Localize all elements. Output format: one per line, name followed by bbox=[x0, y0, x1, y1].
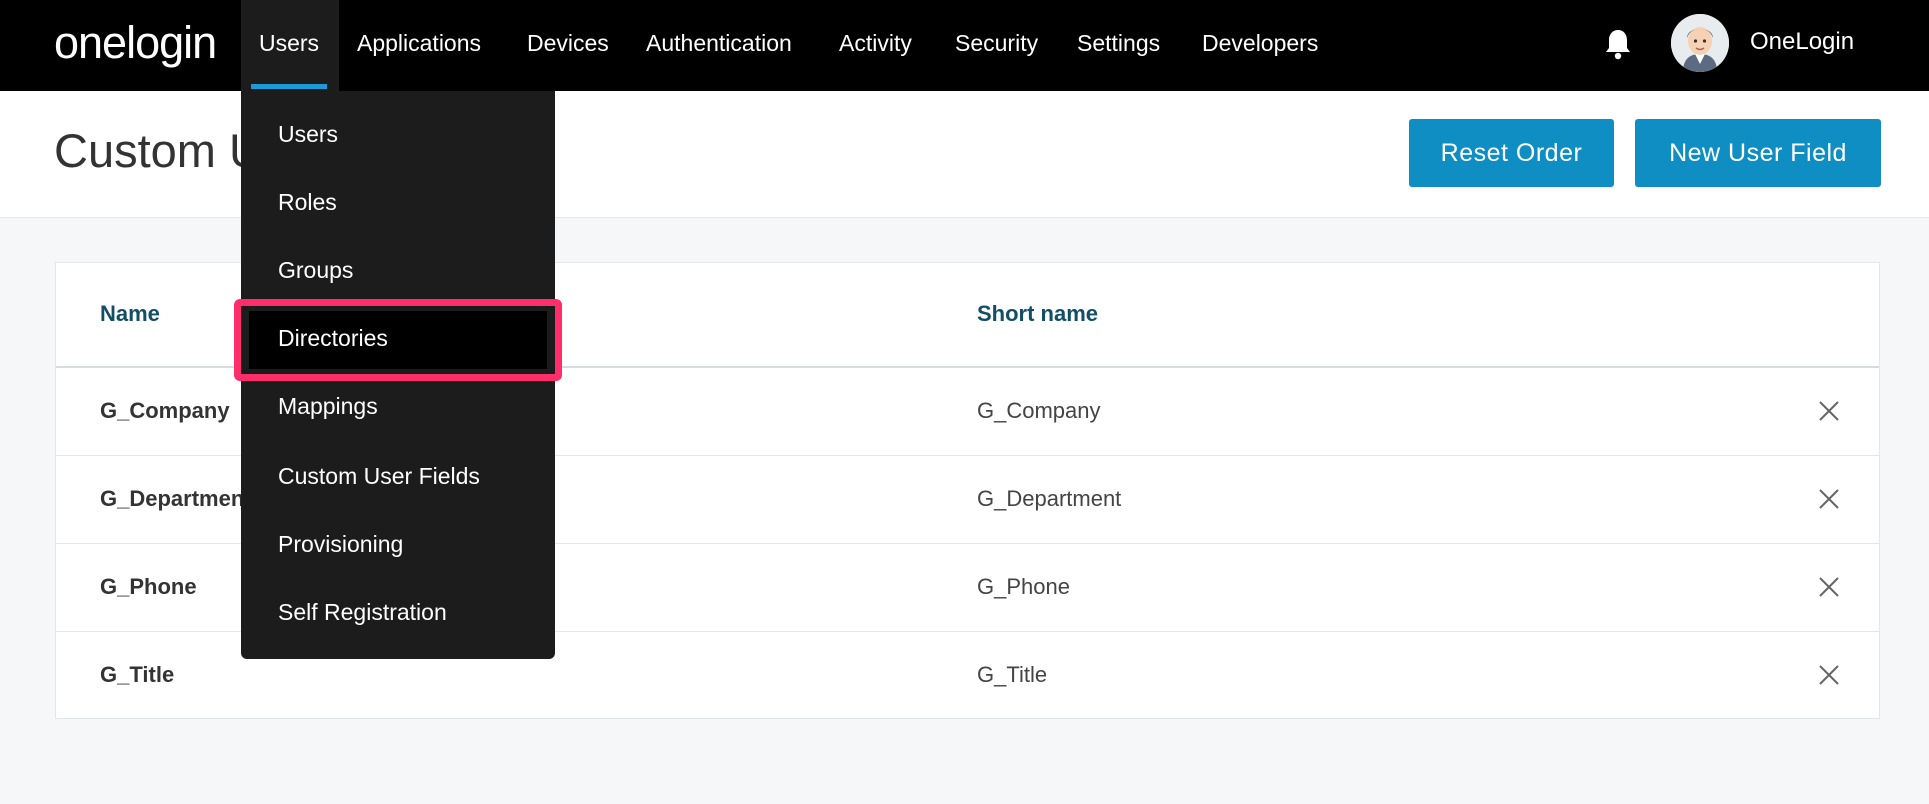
nav-authentication[interactable]: Authentication bbox=[646, 0, 792, 91]
nav-security[interactable]: Security bbox=[955, 0, 1038, 91]
page-title: Custom U bbox=[54, 124, 263, 177]
menu-item-directories[interactable]: Directories bbox=[278, 323, 388, 353]
nav-users[interactable]: Users bbox=[241, 0, 339, 91]
menu-item-roles[interactable]: Roles bbox=[278, 187, 337, 217]
field-short-name: G_Company bbox=[977, 398, 1101, 423]
column-header-short-name[interactable]: Short name bbox=[977, 299, 1098, 329]
top-navigation-bar: onelogin Users Applications Devices Auth… bbox=[0, 0, 1929, 91]
menu-item-provisioning[interactable]: Provisioning bbox=[278, 529, 403, 559]
column-header-name[interactable]: Name bbox=[100, 299, 160, 329]
nav-settings[interactable]: Settings bbox=[1077, 0, 1160, 91]
menu-item-users[interactable]: Users bbox=[278, 119, 338, 149]
field-short-name: G_Department bbox=[977, 486, 1122, 511]
avatar[interactable] bbox=[1671, 14, 1729, 72]
close-icon[interactable] bbox=[1815, 573, 1843, 601]
users-dropdown-menu: Users Roles Groups Directories Mappings … bbox=[234, 91, 562, 659]
close-icon[interactable] bbox=[1815, 485, 1843, 513]
nav-users-label: Users bbox=[259, 30, 320, 56]
nav-activity[interactable]: Activity bbox=[839, 0, 912, 91]
close-icon[interactable] bbox=[1815, 397, 1843, 425]
nav-applications[interactable]: Applications bbox=[357, 0, 481, 91]
field-short-name: G_Title bbox=[977, 662, 1048, 687]
nav-devices[interactable]: Devices bbox=[527, 0, 609, 91]
nav-developers[interactable]: Developers bbox=[1202, 0, 1318, 91]
reset-order-button[interactable]: Reset Order bbox=[1409, 119, 1614, 187]
field-name[interactable]: G_Company bbox=[100, 396, 230, 426]
new-user-field-button[interactable]: New User Field bbox=[1635, 119, 1881, 187]
field-name[interactable]: G_Departmen bbox=[100, 484, 244, 514]
menu-item-self-registration[interactable]: Self Registration bbox=[278, 597, 447, 627]
bell-icon[interactable] bbox=[1604, 28, 1632, 60]
field-name[interactable]: G_Title bbox=[100, 660, 174, 690]
menu-item-groups[interactable]: Groups bbox=[278, 255, 353, 285]
menu-item-mappings[interactable]: Mappings bbox=[278, 391, 378, 421]
field-short-name: G_Phone bbox=[977, 574, 1070, 599]
onelogin-logo[interactable]: onelogin bbox=[54, 18, 217, 68]
field-name[interactable]: G_Phone bbox=[100, 572, 197, 602]
account-name[interactable]: OneLogin bbox=[1750, 26, 1854, 58]
active-tab-indicator bbox=[251, 84, 327, 89]
menu-item-custom-user-fields[interactable]: Custom User Fields bbox=[278, 461, 480, 491]
close-icon[interactable] bbox=[1815, 661, 1843, 689]
